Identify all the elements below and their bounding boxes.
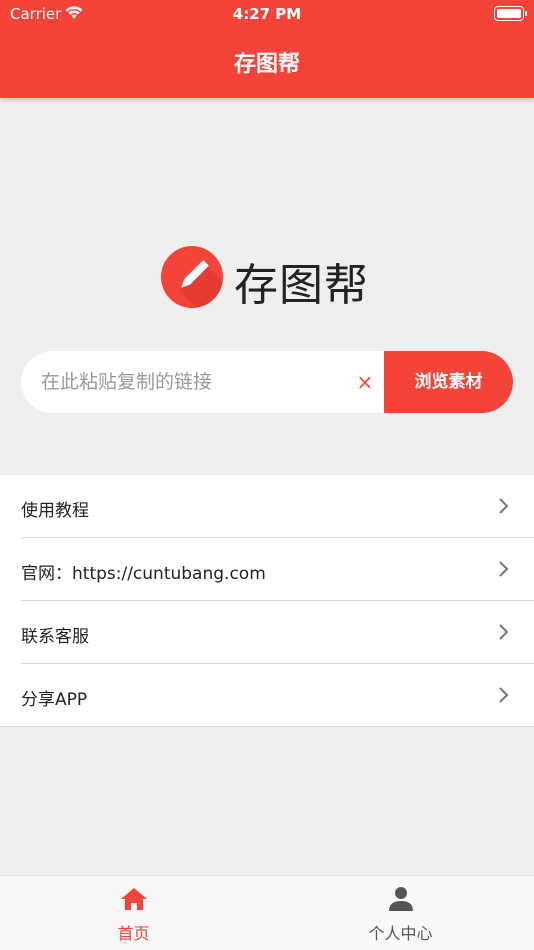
- tab-label: 首页: [117, 924, 150, 943]
- link-input[interactable]: [41, 351, 341, 413]
- tab-bar: 首页 个人中心: [0, 875, 534, 950]
- person-icon: [389, 887, 413, 911]
- menu-item-label: 使用教程: [21, 501, 89, 521]
- clear-button[interactable]: ×: [355, 372, 375, 392]
- menu-list: 使用教程 官网：https://cuntubang.com 联系客服 分享APP: [0, 475, 534, 727]
- tab-home[interactable]: 首页: [0, 876, 267, 950]
- menu-item-share[interactable]: 分享APP: [0, 664, 534, 727]
- page-title: 存图帮: [233, 52, 300, 77]
- tab-label: 个人中心: [368, 924, 433, 943]
- menu-item-label: 联系客服: [21, 627, 89, 647]
- pencil-icon: [161, 246, 223, 308]
- browse-button[interactable]: 浏览素材: [384, 351, 513, 413]
- chevron-right-icon: [499, 687, 509, 703]
- search-bar: × 浏览素材: [21, 351, 513, 413]
- menu-item-support[interactable]: 联系客服: [21, 601, 534, 664]
- chevron-right-icon: [499, 498, 509, 514]
- menu-item-label: 官网：https://cuntubang.com: [21, 564, 266, 584]
- brand-title: 存图帮: [234, 260, 369, 311]
- tab-profile[interactable]: 个人中心: [267, 876, 534, 950]
- menu-item-label: 分享APP: [21, 690, 88, 710]
- chevron-right-icon: [499, 624, 509, 640]
- home-icon: [121, 888, 147, 910]
- menu-item-tutorial[interactable]: 使用教程: [21, 475, 534, 538]
- status-bar: Carrier 4:27 PM: [0, 0, 534, 28]
- chevron-right-icon: [499, 561, 509, 577]
- battery-icon: [494, 6, 527, 21]
- status-time: 4:27 PM: [232, 5, 302, 23]
- menu-item-website[interactable]: 官网：https://cuntubang.com: [21, 538, 534, 601]
- top-bar: Carrier 4:27 PM 存图帮: [0, 0, 534, 98]
